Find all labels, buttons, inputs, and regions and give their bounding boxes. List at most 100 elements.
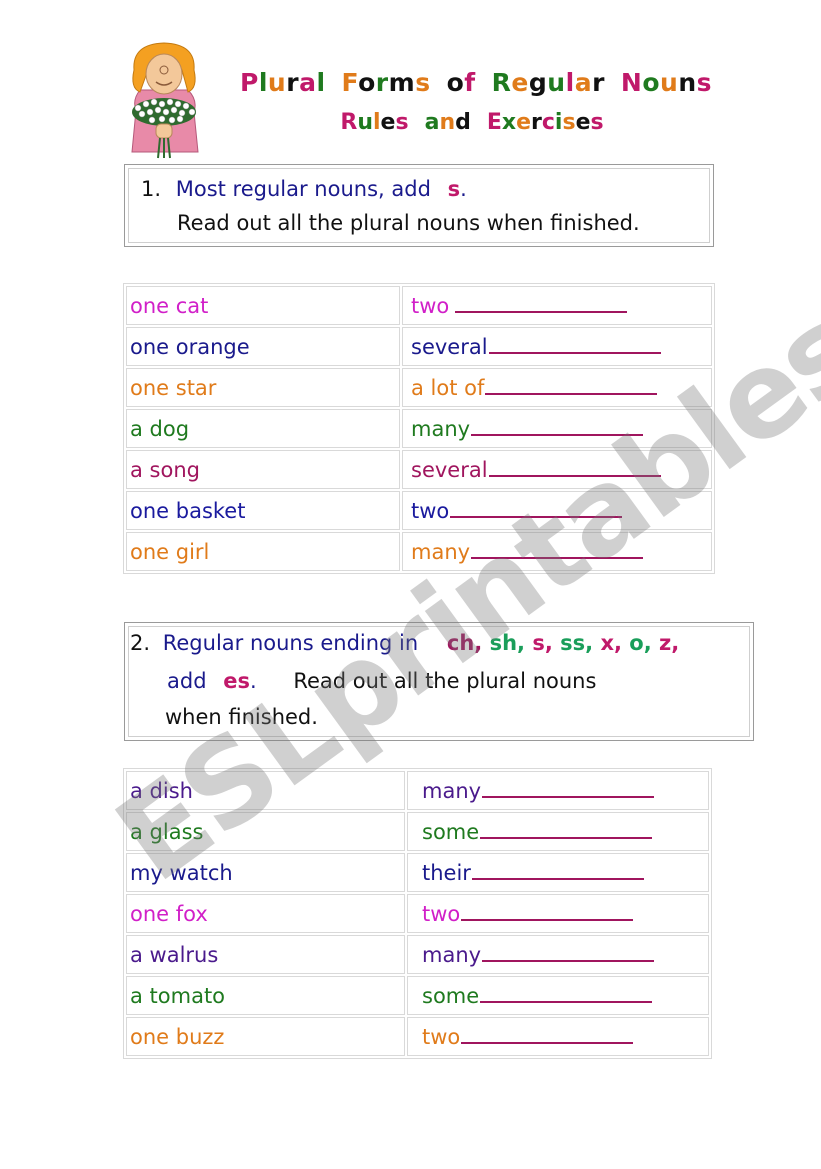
plural-answer-cell: many: [407, 935, 709, 974]
singular-noun: a walrus: [126, 935, 405, 974]
subtitle-letter: u: [357, 110, 373, 135]
quantifier-prompt: their: [422, 861, 471, 885]
title-letter: R: [491, 68, 512, 97]
ending-ss: ss: [560, 631, 586, 655]
plural-answer-cell: a lot of: [402, 368, 712, 407]
singular-noun: a song: [126, 450, 400, 489]
table-row: a walrus many: [126, 935, 709, 974]
subtitle-letter: a: [424, 110, 440, 135]
table-row: my watch their: [126, 853, 709, 892]
answer-blank[interactable]: [461, 1024, 634, 1044]
plural-answer-cell: two: [407, 894, 709, 933]
girl-with-flowers-icon: [131, 42, 199, 159]
rule-ending: es: [223, 669, 250, 693]
table-row: a dog many: [126, 409, 712, 448]
rule-instruction-cont: when finished.: [165, 705, 318, 729]
title-letter: n: [678, 68, 697, 97]
answer-blank[interactable]: [461, 901, 634, 921]
ending-o: o: [629, 631, 644, 655]
subtitle-letter: e: [380, 110, 396, 135]
table-row: one orange several: [126, 327, 712, 366]
rule-number: 1.: [141, 177, 162, 201]
table-row: a dish many: [126, 771, 709, 810]
table-row: one star a lot of: [126, 368, 712, 407]
answer-blank[interactable]: [482, 778, 655, 798]
subtitle-letter: x: [501, 110, 517, 135]
subtitle-letter: d: [455, 110, 471, 135]
title-letter: f: [464, 68, 476, 97]
plural-answer-cell: several: [402, 450, 712, 489]
rule-1-box: 1. Most regular nouns, add s. Read out a…: [124, 164, 714, 247]
answer-blank[interactable]: [482, 942, 655, 962]
singular-noun: one orange: [126, 327, 400, 366]
title-letter: u: [267, 68, 287, 97]
subtitle-letter: e: [575, 110, 591, 135]
answer-blank[interactable]: [471, 539, 644, 559]
singular-noun: a tomato: [126, 976, 405, 1015]
rule-number: 2.: [130, 631, 151, 655]
comma: ,: [544, 631, 561, 655]
answer-blank[interactable]: [480, 983, 653, 1003]
singular-noun: one buzz: [126, 1017, 405, 1056]
table-row: one buzz two: [126, 1017, 709, 1056]
quantifier-prompt: two: [422, 902, 461, 926]
title-letter: F: [341, 68, 359, 97]
title-letter: u: [547, 68, 566, 97]
answer-blank[interactable]: [455, 293, 628, 313]
ending-z: z: [659, 631, 672, 655]
comma: ,: [517, 631, 533, 655]
answer-blank[interactable]: [488, 334, 661, 354]
title-letter: u: [660, 68, 679, 97]
rule-instruction: Read out all the plural nouns when finis…: [177, 211, 640, 235]
rule-instruction: Read out all the plural nouns: [293, 669, 597, 693]
subtitle-letter: s: [590, 110, 604, 135]
rule-ending: s: [447, 177, 461, 201]
plural-answer-cell: some: [407, 812, 709, 851]
answer-blank[interactable]: [480, 819, 653, 839]
quantifier-prompt: many: [411, 540, 471, 564]
table-row: one cat two: [126, 286, 712, 325]
title-letter: s: [696, 68, 713, 97]
ending-s: s: [532, 631, 545, 655]
title-letter: s: [415, 68, 431, 97]
page-title: Plural Forms of Regular Nouns: [232, 68, 712, 97]
rule-period: .: [460, 177, 467, 201]
answer-blank[interactable]: [450, 498, 623, 518]
ending-x: x: [600, 631, 614, 655]
title-letter: a: [574, 68, 593, 97]
subtitle-word: Rules: [340, 110, 408, 135]
ending-sh: sh: [489, 631, 518, 655]
title-letter: N: [620, 68, 643, 97]
answer-blank[interactable]: [471, 860, 644, 880]
title-word: Nouns: [621, 68, 712, 97]
singular-noun: my watch: [126, 853, 405, 892]
comma: ,: [474, 631, 490, 655]
quantifier-prompt: many: [411, 417, 471, 441]
subtitle-word: Exercises: [487, 110, 604, 135]
singular-noun: a glass: [126, 812, 405, 851]
title-letter: l: [565, 68, 575, 97]
title-letter: r: [375, 68, 389, 97]
subtitle-letter: l: [373, 110, 381, 135]
singular-noun: one basket: [126, 491, 400, 530]
title-letter: o: [446, 68, 465, 97]
comma: ,: [613, 631, 630, 655]
answer-blank[interactable]: [488, 457, 661, 477]
subtitle-letter: E: [486, 110, 502, 135]
title-letter: r: [592, 68, 605, 97]
subtitle-letter: R: [340, 110, 358, 135]
rule-text: Most regular nouns, add: [175, 177, 431, 201]
title-letter: a: [299, 68, 317, 97]
exercise-1-table: one cat two one orange several one star a lot…: [123, 283, 715, 574]
answer-blank[interactable]: [471, 416, 644, 436]
quantifier-prompt: many: [422, 779, 482, 803]
rule-text: Regular nouns ending in: [162, 631, 419, 655]
table-row: a song several: [126, 450, 712, 489]
table-row: one fox two: [126, 894, 709, 933]
title-letter: o: [642, 68, 661, 97]
title-word: Plural: [240, 68, 326, 97]
subtitle-letter: n: [439, 110, 456, 135]
plural-answer-cell: many: [407, 771, 709, 810]
answer-blank[interactable]: [485, 375, 658, 395]
quantifier-prompt: several: [411, 458, 488, 482]
